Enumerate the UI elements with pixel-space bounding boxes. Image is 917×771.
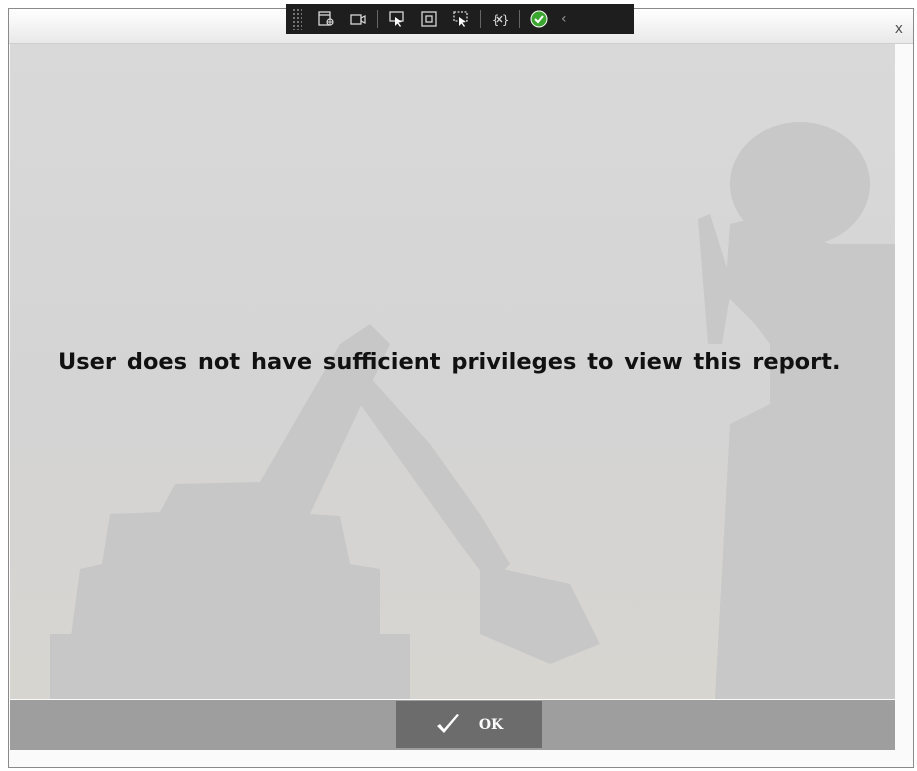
ok-button-label: OK: [478, 716, 504, 733]
checkmark-icon: [436, 713, 459, 733]
close-button[interactable]: x: [895, 21, 903, 37]
devtools-toolbar: {} ‹: [286, 4, 634, 34]
select-element-icon[interactable]: [386, 8, 408, 30]
collapse-chevron-icon[interactable]: ‹: [561, 11, 567, 27]
ok-button[interactable]: OK: [396, 701, 542, 748]
track-focus-icon[interactable]: [450, 8, 472, 30]
display-adorners-icon[interactable]: [418, 8, 440, 30]
toolbar-separator: [519, 10, 520, 28]
dialog-footer: OK: [10, 700, 895, 750]
error-message: User does not have sufficient privileges…: [58, 349, 841, 375]
toolbar-separator: [377, 10, 378, 28]
live-visual-tree-icon[interactable]: [315, 8, 337, 30]
hot-reload-ok-icon[interactable]: [528, 8, 550, 30]
toolbar-separator: [480, 10, 481, 28]
svg-text:}: }: [502, 13, 509, 27]
screen-edge: [0, 0, 8, 771]
binding-icon[interactable]: {}: [489, 8, 511, 30]
toolbar-grip-handle[interactable]: [292, 8, 302, 30]
video-icon[interactable]: [347, 8, 369, 30]
dialog-content: User does not have sufficient privileges…: [10, 44, 895, 699]
